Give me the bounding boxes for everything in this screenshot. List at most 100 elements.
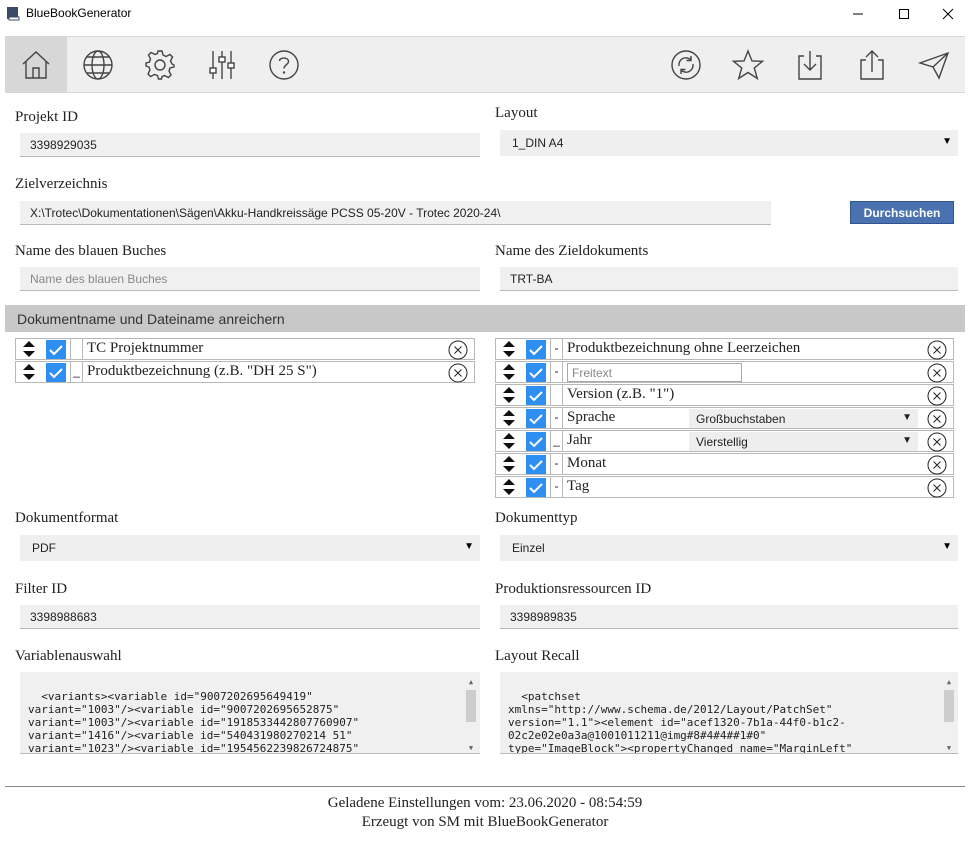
scroll-thumb[interactable] xyxy=(944,690,954,722)
layout-select[interactable]: 1_DIN A4 ▼ xyxy=(500,130,958,156)
sort-handle-icon[interactable] xyxy=(502,478,516,496)
check-icon xyxy=(529,367,543,378)
remove-icon[interactable] xyxy=(448,340,468,360)
token-separator[interactable]: - xyxy=(550,408,563,428)
dropdown-arrow-icon: ▼ xyxy=(902,412,912,423)
token-checkbox[interactable] xyxy=(526,340,546,359)
title-bar: BlueBookGenerator xyxy=(0,0,970,28)
ressourcen-id-field[interactable]: 3398989835 xyxy=(500,605,958,629)
token-name: TC Projektnummer xyxy=(87,340,204,356)
toolbar xyxy=(5,36,965,93)
token-row-language: - Sprache Großbuchstaben ▼ xyxy=(495,407,954,429)
token-separator[interactable] xyxy=(550,385,563,405)
sliders-button[interactable] xyxy=(191,37,253,93)
sort-handle-icon[interactable] xyxy=(502,455,516,473)
zielverzeichnis-field[interactable]: X:\Trotec\Dokumentationen\Sägen\Akku-Han… xyxy=(20,201,771,225)
ressourcen-id-label: Produktionsressourcen ID xyxy=(495,581,652,597)
variablen-scrollbar[interactable]: ▲ ▼ xyxy=(464,674,478,752)
sort-handle-icon[interactable] xyxy=(502,340,516,358)
scroll-down-icon[interactable]: ▼ xyxy=(466,742,476,752)
share-button[interactable] xyxy=(841,37,903,93)
language-case-select[interactable]: Großbuchstaben ▼ xyxy=(689,409,918,428)
scroll-thumb[interactable] xyxy=(466,690,476,722)
token-separator[interactable]: - xyxy=(550,339,563,359)
token-checkbox[interactable] xyxy=(526,409,546,428)
token-checkbox[interactable] xyxy=(526,432,546,451)
year-format-select[interactable]: Vierstellig ▼ xyxy=(689,432,918,451)
token-separator[interactable]: - xyxy=(550,362,563,382)
remove-icon[interactable] xyxy=(927,432,947,452)
app-book-icon xyxy=(7,7,20,21)
token-row-year: _ Jahr Vierstellig ▼ xyxy=(495,430,954,452)
help-icon xyxy=(269,50,299,80)
download-button[interactable] xyxy=(779,37,841,93)
token-checkbox[interactable] xyxy=(46,363,66,382)
token-checkbox[interactable] xyxy=(526,478,546,497)
sort-handle-icon[interactable] xyxy=(22,340,36,358)
target-doc-name-field[interactable]: TRT-BA xyxy=(500,267,958,291)
blue-book-name-field[interactable]: Name des blauen Buches xyxy=(20,267,480,291)
layout-recall-textarea[interactable]: <patchset xmlns="http://www.schema.de/20… xyxy=(500,672,958,754)
token-separator[interactable]: - xyxy=(550,454,563,474)
help-button[interactable] xyxy=(253,37,315,93)
token-checkbox[interactable] xyxy=(46,340,66,359)
maximize-button[interactable] xyxy=(881,0,927,28)
projekt-id-field[interactable]: 3398929035 xyxy=(20,133,480,157)
layout-recall-text: <patchset xmlns="http://www.schema.de/20… xyxy=(508,690,853,754)
home-button[interactable] xyxy=(5,37,67,93)
sort-handle-icon[interactable] xyxy=(502,386,516,404)
scroll-up-icon[interactable]: ▲ xyxy=(466,676,476,686)
token-separator[interactable]: _ xyxy=(550,431,563,451)
sync-button[interactable] xyxy=(655,37,717,93)
sort-handle-icon[interactable] xyxy=(502,432,516,450)
scroll-up-icon[interactable]: ▲ xyxy=(944,676,954,686)
sort-handle-icon[interactable] xyxy=(22,363,36,381)
variablen-label: Variablenauswahl xyxy=(15,648,122,664)
token-row-product-no-spaces: - Produktbezeichnung ohne Leerzeichen xyxy=(495,338,954,360)
check-icon xyxy=(529,459,543,470)
token-name: Produktbezeichnung (z.B. "DH 25 S") xyxy=(87,363,317,379)
favorite-button[interactable] xyxy=(717,37,779,93)
layout-recall-scrollbar[interactable]: ▲ ▼ xyxy=(942,674,956,752)
token-checkbox[interactable] xyxy=(526,455,546,474)
footer-loaded-settings: Geladene Einstellungen vom: 23.06.2020 -… xyxy=(327,795,643,811)
freetext-input[interactable]: Freitext xyxy=(567,363,742,382)
language-case-value: Großbuchstaben xyxy=(696,412,786,426)
check-icon xyxy=(529,436,543,447)
token-checkbox[interactable] xyxy=(526,363,546,382)
filter-id-field[interactable]: 3398988683 xyxy=(20,605,480,629)
sort-handle-icon[interactable] xyxy=(502,363,516,381)
language-button[interactable] xyxy=(67,37,129,93)
remove-icon[interactable] xyxy=(927,363,947,383)
filter-id-label: Filter ID xyxy=(15,581,68,597)
dokumenttyp-select[interactable]: Einzel ▼ xyxy=(500,535,958,561)
remove-icon[interactable] xyxy=(927,386,947,406)
token-name: Monat xyxy=(567,455,607,471)
token-separator[interactable] xyxy=(70,339,83,359)
sliders-icon xyxy=(209,51,235,79)
gear-icon xyxy=(145,50,175,80)
layout-label: Layout xyxy=(495,105,538,121)
remove-icon[interactable] xyxy=(927,409,947,429)
send-button[interactable] xyxy=(903,37,965,93)
variablen-textarea[interactable]: <variants><variable id="9007202695649419… xyxy=(20,672,480,754)
dropdown-arrow-icon: ▼ xyxy=(464,541,474,552)
year-format-value: Vierstellig xyxy=(696,435,748,449)
token-separator[interactable]: _ xyxy=(70,362,83,382)
token-checkbox[interactable] xyxy=(526,386,546,405)
remove-icon[interactable] xyxy=(927,478,947,498)
sort-handle-icon[interactable] xyxy=(502,409,516,427)
zielverzeichnis-label: Zielverzeichnis xyxy=(15,176,108,192)
check-icon xyxy=(529,413,543,424)
scroll-down-icon[interactable]: ▼ xyxy=(944,742,954,752)
dokumentformat-select[interactable]: PDF ▼ xyxy=(20,535,480,561)
settings-button[interactable] xyxy=(129,37,191,93)
remove-icon[interactable] xyxy=(927,455,947,475)
share-icon xyxy=(860,50,884,80)
token-separator[interactable]: - xyxy=(550,477,563,497)
remove-icon[interactable] xyxy=(448,363,468,383)
minimize-button[interactable] xyxy=(835,0,881,28)
remove-icon[interactable] xyxy=(927,340,947,360)
close-window-button[interactable] xyxy=(925,0,970,28)
browse-button[interactable]: Durchsuchen xyxy=(850,201,954,224)
